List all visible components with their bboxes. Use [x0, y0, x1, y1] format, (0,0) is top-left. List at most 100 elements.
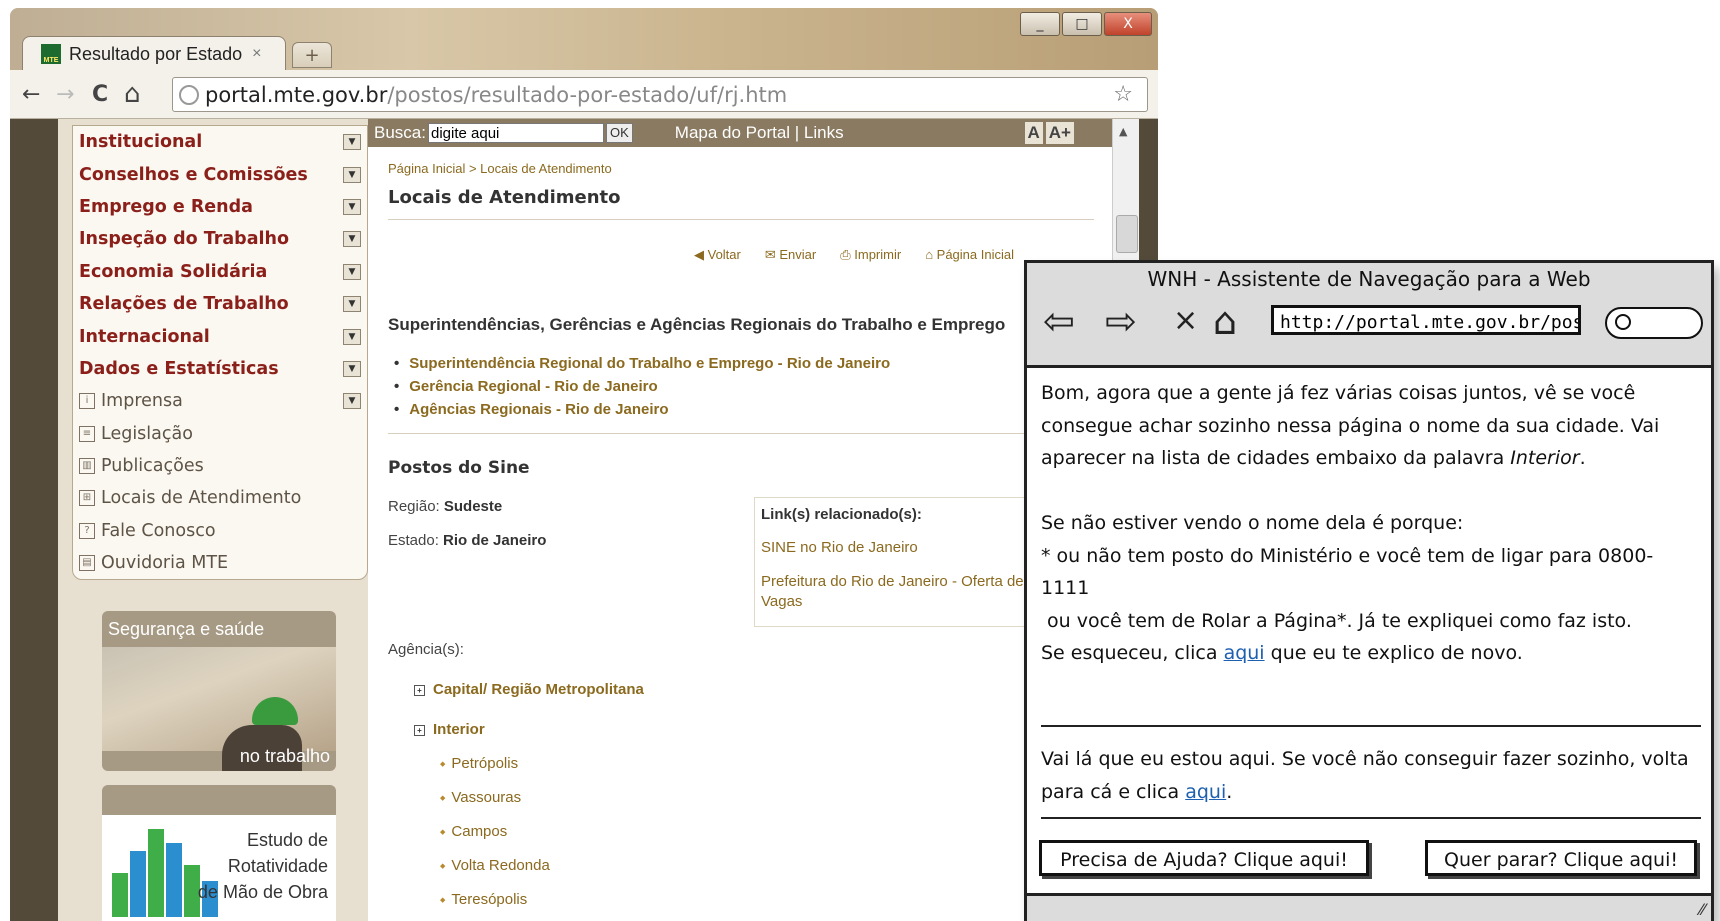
dropdown-arrow-icon[interactable]: ▼ [343, 134, 361, 151]
help-button[interactable]: Precisa de Ajuda? Clique aqui! [1039, 840, 1369, 876]
sidebar-item-internacional[interactable]: Internacional ▼ [73, 320, 367, 352]
dropdown-arrow-icon[interactable]: ▼ [343, 393, 361, 410]
city-link[interactable]: Vassouras [440, 789, 521, 806]
promo-title: Segurança e saúde [108, 619, 265, 639]
assistant-url-field[interactable]: http://portal.mte.gov.br/postos [1271, 305, 1581, 335]
sidebar-item-label: Locais de Atendimento [101, 488, 302, 509]
dropdown-arrow-icon[interactable]: ▼ [343, 263, 361, 280]
sidebar-item-conselhos[interactable]: Conselhos e Comissões ▼ [73, 158, 367, 190]
new-tab-button[interactable]: + [292, 42, 332, 68]
sidebar-item-ouvidoria[interactable]: ▤ Ouvidoria MTE [73, 547, 367, 579]
postos-title: Postos do Sine [388, 458, 530, 478]
group-interior[interactable]: + Interior [414, 721, 485, 738]
sidebar-item-label: Legislação [101, 423, 193, 444]
message-1: Bom, agora que a gente já fez várias coi… [1041, 382, 1660, 469]
sidebar-item-economia[interactable]: Economia Solidária ▼ [73, 256, 367, 288]
sidebar-item-label: Imprensa [101, 391, 183, 412]
url-path: /postos/resultado-por-estado/uf/rj.htm [387, 82, 788, 107]
city-link[interactable]: Petrópolis [440, 755, 518, 772]
dropdown-arrow-icon[interactable]: ▼ [343, 231, 361, 248]
browser-window: _ □ X MTE Resultado por Estado × + ← → C… [10, 8, 1158, 921]
sidebar-menu: Institucional ▼ Conselhos e Comissões ▼ Em… [72, 125, 368, 581]
search-ok-button[interactable]: OK [605, 123, 633, 143]
home-icon[interactable]: ⌂ [1213, 301, 1237, 341]
related-link-prefeitura[interactable]: Prefeitura do Rio de Janeiro - Oferta de… [761, 572, 1051, 612]
reload-icon[interactable]: C [92, 82, 108, 107]
assistant-search-field[interactable] [1605, 307, 1703, 339]
address-bar[interactable]: portal.mte.gov.br/postos/resultado-por-e… [172, 77, 1148, 112]
dropdown-arrow-icon[interactable]: ▼ [343, 328, 361, 345]
page-actions: ◀ Voltar ✉ Enviar ⎙ Imprimir ⌂ Página In… [694, 247, 1038, 263]
mapa-links[interactable]: Mapa do Portal | Links [675, 123, 844, 143]
link-superintendencia[interactable]: Superintendência Regional do Trabalho e … [394, 355, 890, 372]
sidebar-item-locais[interactable]: ⊞ Locais de Atendimento [73, 482, 367, 514]
pagina-inicial-link[interactable]: ⌂ Página Inicial [925, 247, 1026, 263]
voltar-link[interactable]: ◀ Voltar [694, 247, 753, 263]
dropdown-arrow-icon[interactable]: ▼ [343, 296, 361, 313]
bookmark-star-icon[interactable]: ☆ [1113, 82, 1133, 107]
dropdown-arrow-icon[interactable]: ▼ [343, 198, 361, 215]
section-title: Superintendências, Gerências e Agências … [388, 315, 1006, 334]
chat-icon: ▤ [79, 555, 95, 572]
agencias-label: Agência(s): [388, 641, 464, 658]
tab-close-icon[interactable]: × [252, 45, 261, 63]
breadcrumb[interactable]: Página Inicial > Locais de Atendimento [388, 161, 612, 176]
font-increase-button[interactable]: A+ [1045, 122, 1074, 144]
forward-arrow-icon[interactable]: → [56, 82, 74, 107]
related-link-sine[interactable]: SINE no Rio de Janeiro [761, 538, 1051, 558]
sidebar-item-label: Economia Solidária [79, 261, 268, 282]
group-capital[interactable]: + Capital/ Região Metropolitana [414, 681, 644, 698]
sidebar-item-relacoes[interactable]: Relações de Trabalho ▼ [73, 288, 367, 320]
sidebar-item-imprensa[interactable]: i Imprensa ▼ [73, 385, 367, 417]
sidebar-item-label: Conselhos e Comissões [79, 164, 308, 185]
sidebar-item-inspecao[interactable]: Inspeção do Trabalho ▼ [73, 223, 367, 255]
title-bar: _ □ X MTE Resultado por Estado × + [10, 8, 1158, 71]
promo-line-3: de Mão de Obra [197, 882, 328, 902]
sidebar-item-dados[interactable]: Dados e Estatísticas ▼ [73, 353, 367, 385]
stop-button[interactable]: Quer parar? Clique aqui! [1425, 840, 1697, 876]
sidebar-item-institucional[interactable]: Institucional ▼ [73, 126, 367, 158]
promo-seguranca-saude[interactable]: Segurança e saúde no trabalho [102, 611, 336, 771]
assistant-footer: ⁄⁄ [1027, 893, 1711, 921]
maximize-button[interactable]: □ [1062, 12, 1102, 36]
enviar-link[interactable]: ✉ Enviar [765, 247, 828, 263]
aqui-link[interactable]: aqui [1224, 642, 1265, 664]
city-link[interactable]: Teresópolis [440, 891, 527, 908]
sidebar-item-legislacao[interactable]: ≡ Legislação [73, 418, 367, 450]
site-search-input[interactable] [427, 123, 604, 143]
close-window-button[interactable]: X [1104, 12, 1152, 36]
promo-caption: no trabalho [239, 746, 330, 766]
sidebar-item-publicacoes[interactable]: ▥ Publicações [73, 450, 367, 482]
back-arrow-icon[interactable]: ⇦ [1043, 301, 1075, 341]
sidebar-item-label: Fale Conosco [101, 520, 216, 541]
dropdown-arrow-icon[interactable]: ▼ [343, 360, 361, 377]
resize-grip-icon[interactable]: ⁄⁄ [1700, 900, 1705, 919]
aqui-link[interactable]: aqui [1185, 781, 1226, 803]
link-gerencia[interactable]: Gerência Regional - Rio de Janeiro [394, 378, 657, 395]
dropdown-arrow-icon[interactable]: ▼ [343, 166, 361, 183]
back-arrow-icon[interactable]: ← [22, 82, 40, 107]
forward-arrow-icon[interactable]: ⇨ [1105, 301, 1137, 341]
expand-icon[interactable]: + [414, 724, 425, 736]
sidebar-item-fale-conosco[interactable]: ? Fale Conosco [73, 515, 367, 547]
tab-resultado-por-estado[interactable]: MTE Resultado por Estado × [22, 36, 286, 71]
promo-line-1: Estudo de [246, 830, 328, 850]
minimize-button[interactable]: _ [1020, 12, 1060, 36]
promo-body: Estudo de Rotatividade de Mão de Obra [102, 815, 336, 921]
scroll-up-icon[interactable]: ▲ [1119, 125, 1127, 138]
promo-line-2: Rotatividade [227, 856, 328, 876]
sidebar-item-emprego[interactable]: Emprego e Renda ▼ [73, 191, 367, 223]
busca-label: Busca: [374, 123, 426, 142]
city-link[interactable]: Volta Redonda [440, 857, 549, 874]
font-decrease-button[interactable]: A [1024, 122, 1043, 144]
city-link[interactable]: Campos [440, 823, 507, 840]
home-icon[interactable]: ⌂ [124, 79, 141, 109]
expand-icon[interactable]: + [414, 684, 425, 696]
imprimir-link[interactable]: ⎙ Imprimir [840, 247, 913, 263]
worker-photo [102, 647, 336, 771]
promo-estudo-rotatividade[interactable]: Estudo de Rotatividade de Mão de Obra [102, 785, 336, 921]
link-agencias[interactable]: Agências Regionais - Rio de Janeiro [394, 401, 668, 418]
divider [1041, 817, 1701, 819]
scroll-thumb[interactable] [1116, 215, 1138, 253]
stop-icon[interactable]: × [1173, 301, 1198, 341]
